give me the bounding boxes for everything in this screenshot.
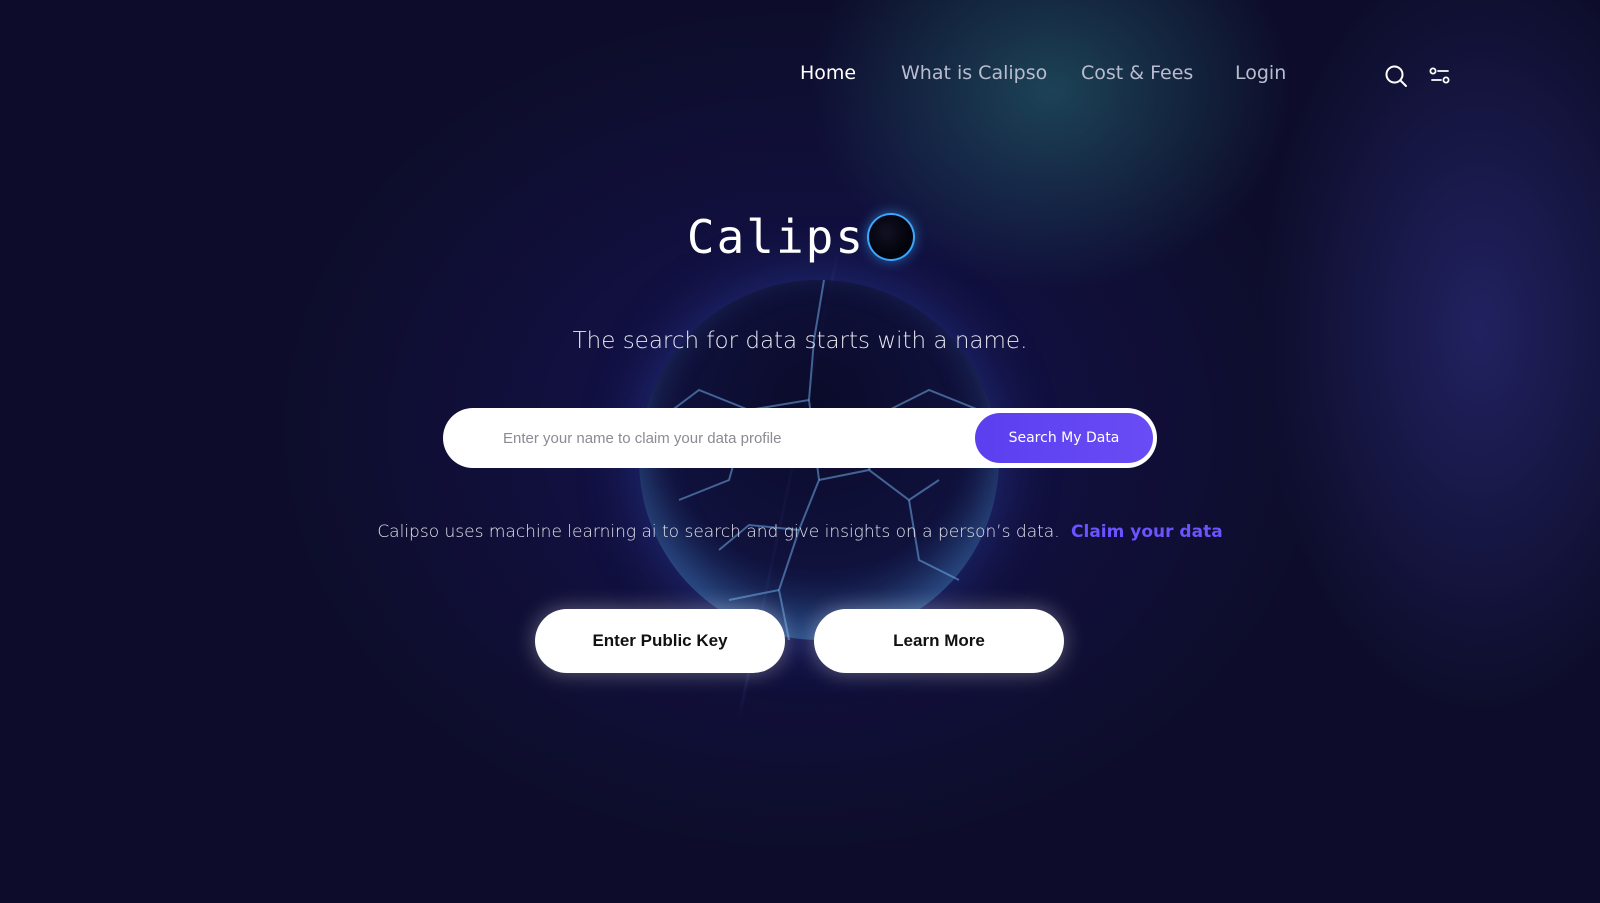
nav-home[interactable]: Home <box>800 62 856 84</box>
search-bar: Search My Data <box>443 408 1157 468</box>
logo-orb-icon <box>869 215 914 259</box>
search-my-data-button[interactable]: Search My Data <box>975 413 1153 463</box>
enter-public-key-button[interactable]: Enter Public Key <box>535 609 785 673</box>
logo-text: Calips <box>686 210 866 264</box>
logo: Calips <box>0 210 1600 264</box>
nav-what-is-calipso[interactable]: What is Calipso <box>901 62 1047 84</box>
nav-login[interactable]: Login <box>1235 62 1286 84</box>
claim-your-data-link[interactable]: Claim your data <box>1071 522 1223 542</box>
info-text: Calipso uses machine learning ai to sear… <box>377 522 1060 542</box>
logo-wordmark: Calips <box>686 210 914 264</box>
landing-page: Home What is Calipso Cost & Fees Login C… <box>0 0 1600 903</box>
learn-more-button[interactable]: Learn More <box>814 609 1064 673</box>
search-icon[interactable] <box>1384 64 1408 88</box>
info-line: Calipso uses machine learning ai to sear… <box>0 522 1600 542</box>
hero-tagline: The search for data starts with a name. <box>572 328 1028 354</box>
nav-cost-fees[interactable]: Cost & Fees <box>1081 62 1193 84</box>
top-nav: Home What is Calipso Cost & Fees Login <box>0 62 1600 92</box>
name-search-input[interactable] <box>503 408 953 468</box>
settings-toggle-icon[interactable] <box>1428 64 1452 88</box>
